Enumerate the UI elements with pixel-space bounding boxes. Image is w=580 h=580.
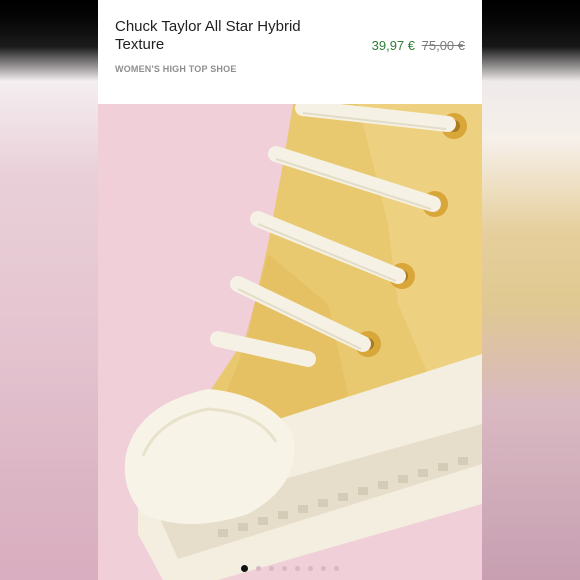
carousel-dot[interactable] [282, 566, 287, 571]
product-title: Chuck Taylor All Star Hybrid Texture [115, 18, 301, 53]
product-card: Chuck Taylor All Star Hybrid Texture 39,… [98, 0, 482, 580]
sneaker-image [98, 104, 482, 580]
carousel-dots[interactable] [98, 565, 482, 572]
carousel-dot[interactable] [321, 566, 326, 571]
product-subtitle: WOMEN'S HIGH TOP SHOE [115, 64, 237, 74]
carousel-dot-active[interactable] [241, 565, 248, 572]
carousel-dot[interactable] [256, 566, 261, 571]
sale-price: 39,97 € [371, 38, 415, 53]
blurred-background-left [0, 0, 98, 580]
price-block: 39,97 € 75,00 € [372, 38, 465, 53]
original-price: 75,00 € [421, 38, 465, 53]
carousel-dot[interactable] [295, 566, 300, 571]
carousel-dot[interactable] [269, 566, 274, 571]
carousel-dot[interactable] [334, 566, 339, 571]
carousel-dot[interactable] [308, 566, 313, 571]
blurred-background-right [482, 0, 580, 580]
product-header: Chuck Taylor All Star Hybrid Texture 39,… [98, 0, 482, 104]
product-image-carousel[interactable] [98, 104, 482, 580]
